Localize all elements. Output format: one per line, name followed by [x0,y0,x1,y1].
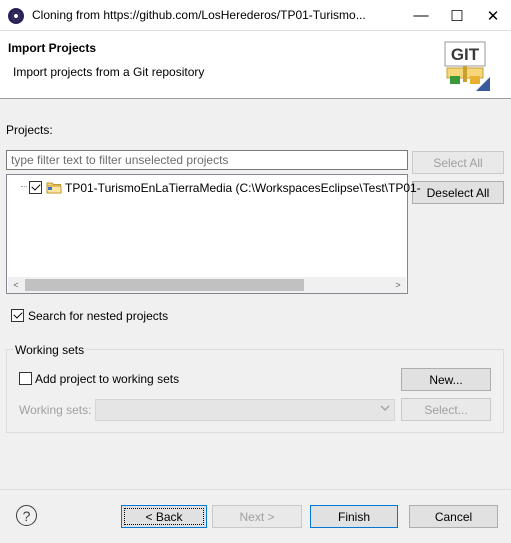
working-sets-legend: Working sets [13,343,87,357]
scroll-left-icon[interactable]: < [8,277,24,293]
window-title: Cloning from https://github.com/LosHered… [32,8,366,22]
search-nested-checkbox[interactable] [11,309,24,322]
close-button[interactable]: ✕ [475,0,511,31]
project-list[interactable]: TP01-TurismoEnLaTierraMedia (C:\Workspac… [6,174,421,294]
search-nested-label: Search for nested projects [28,309,169,323]
page-title: Import Projects [8,41,97,55]
footer-divider [0,489,511,490]
folder-icon [46,182,62,194]
eclipse-icon [8,8,24,24]
list-item[interactable]: TP01-TurismoEnLaTierraMedia (C:\Workspac… [7,177,421,197]
scroll-right-icon[interactable]: > [390,277,406,293]
project-checkbox[interactable] [29,181,42,194]
working-sets-dropdown[interactable] [95,399,395,421]
maximize-button[interactable]: ☐ [439,0,475,31]
git-logo-icon: GIT [444,41,490,91]
back-button[interactable]: < Back [121,505,207,528]
page-description: Import projects from a Git repository [13,65,205,79]
project-label: TP01-TurismoEnLaTierraMedia (C:\Workspac… [65,181,421,195]
wizard-header: Import Projects Import projects from a G… [0,31,511,99]
select-working-sets-button[interactable]: Select... [401,398,491,421]
projects-label: Projects: [6,123,53,137]
minimize-button[interactable]: — [403,0,439,31]
add-to-working-sets-checkbox[interactable] [19,372,32,385]
cancel-button[interactable]: Cancel [409,505,498,528]
projects-label-text: Projects: [6,123,53,137]
horizontal-scrollbar[interactable]: < > [8,277,406,293]
search-nested-option[interactable]: Search for nested projects [11,308,181,324]
title-bar: Cloning from https://github.com/LosHered… [0,0,511,31]
working-sets-label: Working sets: [19,403,92,417]
deselect-all-button[interactable]: Deselect All [412,181,504,204]
project-filter-input[interactable] [6,150,408,170]
add-to-working-sets-label: Add project to working sets [35,372,180,386]
next-button[interactable]: Next > [212,505,302,528]
git-logo-text: GIT [451,45,480,64]
help-icon[interactable]: ? [16,505,37,526]
chevron-down-icon [380,405,390,411]
new-working-set-button[interactable]: New... [401,368,491,391]
select-all-button[interactable]: Select All [412,151,504,174]
add-to-working-sets-option[interactable]: Add project to working sets [19,371,199,387]
finish-button[interactable]: Finish [310,505,398,528]
scrollbar-thumb[interactable] [25,279,304,291]
